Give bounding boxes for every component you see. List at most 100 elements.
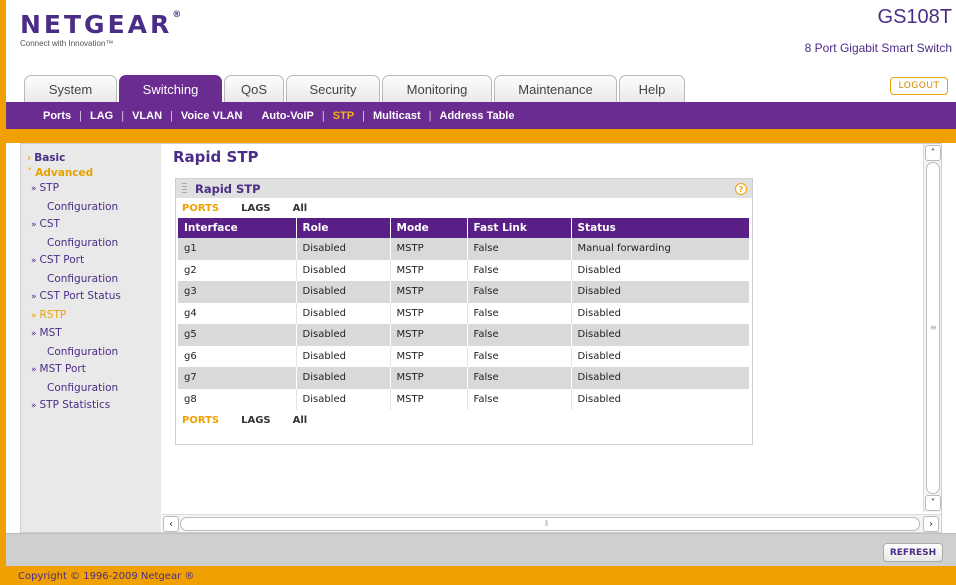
subnav-stp[interactable]: STP [333, 110, 354, 122]
refresh-button[interactable]: REFRESH [883, 543, 943, 562]
sidebar-item-mst-configuration[interactable]: » MST Configuration [27, 325, 161, 361]
vertical-scroll-thumb[interactable]: ≡ [926, 162, 940, 494]
subnav-separator: | [79, 109, 82, 122]
sidebar-item-cst-configuration[interactable]: » CST Configuration [27, 216, 161, 252]
tab-system[interactable]: System [24, 75, 117, 102]
main-tabs: System Switching QoS Security Monitoring… [24, 75, 685, 102]
chevron-left-icon: ‹ [169, 518, 173, 530]
sidebar-item-rstp[interactable]: » RSTP [27, 307, 161, 326]
tab-security[interactable]: Security [286, 75, 380, 102]
model-name: GS108T [877, 6, 952, 28]
subnav-separator: | [428, 109, 432, 122]
sidebar-item-stp-configuration[interactable]: » STP Configuration [27, 180, 161, 216]
double-chevron-icon: » [31, 292, 37, 302]
filter-ports-link[interactable]: PORTS [182, 415, 219, 426]
panel-header: Rapid STP ? [176, 179, 752, 198]
drag-handle-icon [182, 183, 187, 194]
cell-mode: MSTP [390, 367, 468, 389]
cell-status: Disabled [571, 388, 750, 410]
subnav-address-table[interactable]: Address Table [440, 110, 515, 122]
cell-status: Disabled [571, 367, 750, 389]
cell-fast-link: False [467, 388, 572, 410]
sidebar-item-cst-port-status[interactable]: » CST Port Status [27, 288, 161, 307]
subnav-ports[interactable]: Ports [43, 110, 71, 122]
subnav-separator: | [362, 109, 365, 122]
double-chevron-icon: » [31, 401, 37, 411]
header: NETGEAR® Connect with Innovation™ GS108T… [6, 0, 956, 103]
col-interface: Interface [178, 218, 297, 238]
cell-role: Disabled [296, 367, 391, 389]
tab-switching[interactable]: Switching [119, 75, 222, 102]
subnav-multicast[interactable]: Multicast [373, 110, 421, 122]
chevron-right-icon: › [929, 518, 933, 530]
subnav-separator: | [321, 109, 325, 122]
cell-fast-link: False [467, 281, 572, 303]
model-description: 8 Port Gigabit Smart Switch [804, 41, 952, 55]
cell-status: Disabled [571, 345, 750, 367]
sidebar-item-mst-port-configuration[interactable]: » MST Port Configuration [27, 361, 161, 397]
table-row[interactable]: g6 Disabled MSTP False Disabled [178, 345, 750, 367]
cell-mode: MSTP [390, 324, 468, 346]
table-row[interactable]: g2 Disabled MSTP False Disabled [178, 259, 750, 281]
grip-icon: ⦀ [545, 519, 549, 528]
help-icon[interactable]: ? [735, 183, 747, 195]
chevron-down-icon: ˅ [27, 167, 33, 179]
cell-interface: g6 [178, 345, 297, 367]
filter-lags-link[interactable]: LAGS [241, 415, 271, 426]
cell-mode: MSTP [390, 388, 468, 410]
cell-role: Disabled [296, 324, 391, 346]
filter-all-link[interactable]: All [293, 415, 308, 426]
panel-title: Rapid STP [195, 181, 261, 196]
cell-interface: g1 [178, 238, 297, 260]
table-row[interactable]: g3 Disabled MSTP False Disabled [178, 281, 750, 303]
cell-role: Disabled [296, 238, 391, 260]
sidebar-basic[interactable]: › Basic [27, 150, 161, 166]
double-chevron-icon: » [31, 256, 37, 266]
subnav-vlan[interactable]: VLAN [132, 110, 162, 122]
cell-role: Disabled [296, 302, 391, 324]
tab-qos[interactable]: QoS [224, 75, 284, 102]
cell-fast-link: False [467, 259, 572, 281]
cell-interface: g4 [178, 302, 297, 324]
horizontal-scrollbar[interactable]: ‹ ⦀ › [162, 514, 941, 532]
cell-role: Disabled [296, 259, 391, 281]
cell-interface: g7 [178, 367, 297, 389]
table-row[interactable]: g5 Disabled MSTP False Disabled [178, 324, 750, 346]
filter-ports-link[interactable]: PORTS [182, 203, 219, 214]
logout-button[interactable]: LOGOUT [890, 77, 948, 95]
table-row[interactable]: g4 Disabled MSTP False Disabled [178, 302, 750, 324]
sidebar-advanced[interactable]: ˅ Advanced [27, 167, 161, 180]
chevron-up-icon: ˄ [930, 147, 936, 159]
orange-band [6, 129, 956, 143]
double-chevron-icon: » [31, 184, 37, 194]
main-panel: Rapid STP Rapid STP ? PORTS LAGS All Int… [162, 144, 924, 514]
sub-navigation: Ports | LAG | VLAN | Voice VLAN Auto-VoI… [6, 102, 956, 129]
cell-role: Disabled [296, 388, 391, 410]
filter-lags-link[interactable]: LAGS [241, 203, 271, 214]
subnav-auto-voip[interactable]: Auto-VoIP [261, 110, 313, 122]
sidebar-item-cst-port-configuration[interactable]: » CST Port Configuration [27, 252, 161, 288]
subnav-voice-vlan[interactable]: Voice VLAN [181, 110, 243, 122]
sidebar-item-stp-statistics[interactable]: » STP Statistics [27, 397, 161, 416]
cell-role: Disabled [296, 281, 391, 303]
scroll-left-button[interactable]: ‹ [163, 516, 179, 532]
content-area: › Basic ˅ Advanced » STP Configuration » CST C… [20, 143, 942, 533]
vertical-scrollbar[interactable]: ˄ ≡ ˅ [923, 144, 941, 512]
cell-role: Disabled [296, 345, 391, 367]
tab-help[interactable]: Help [619, 75, 685, 102]
cell-interface: g3 [178, 281, 297, 303]
scroll-right-button[interactable]: › [923, 516, 939, 532]
tab-monitoring[interactable]: Monitoring [382, 75, 492, 102]
tagline: Connect with Innovation™ [20, 39, 114, 48]
scroll-down-button[interactable]: ˅ [925, 495, 941, 511]
scroll-up-button[interactable]: ˄ [925, 145, 941, 161]
filter-all-link[interactable]: All [293, 203, 308, 214]
tab-maintenance[interactable]: Maintenance [494, 75, 617, 102]
table-row[interactable]: g7 Disabled MSTP False Disabled [178, 367, 750, 389]
table-row[interactable]: g1 Disabled MSTP False Manual forwarding [178, 238, 750, 260]
horizontal-scroll-thumb[interactable]: ⦀ [180, 517, 920, 531]
table-row[interactable]: g8 Disabled MSTP False Disabled [178, 388, 750, 410]
cell-mode: MSTP [390, 259, 468, 281]
col-status: Status [571, 218, 750, 238]
subnav-lag[interactable]: LAG [90, 110, 113, 122]
